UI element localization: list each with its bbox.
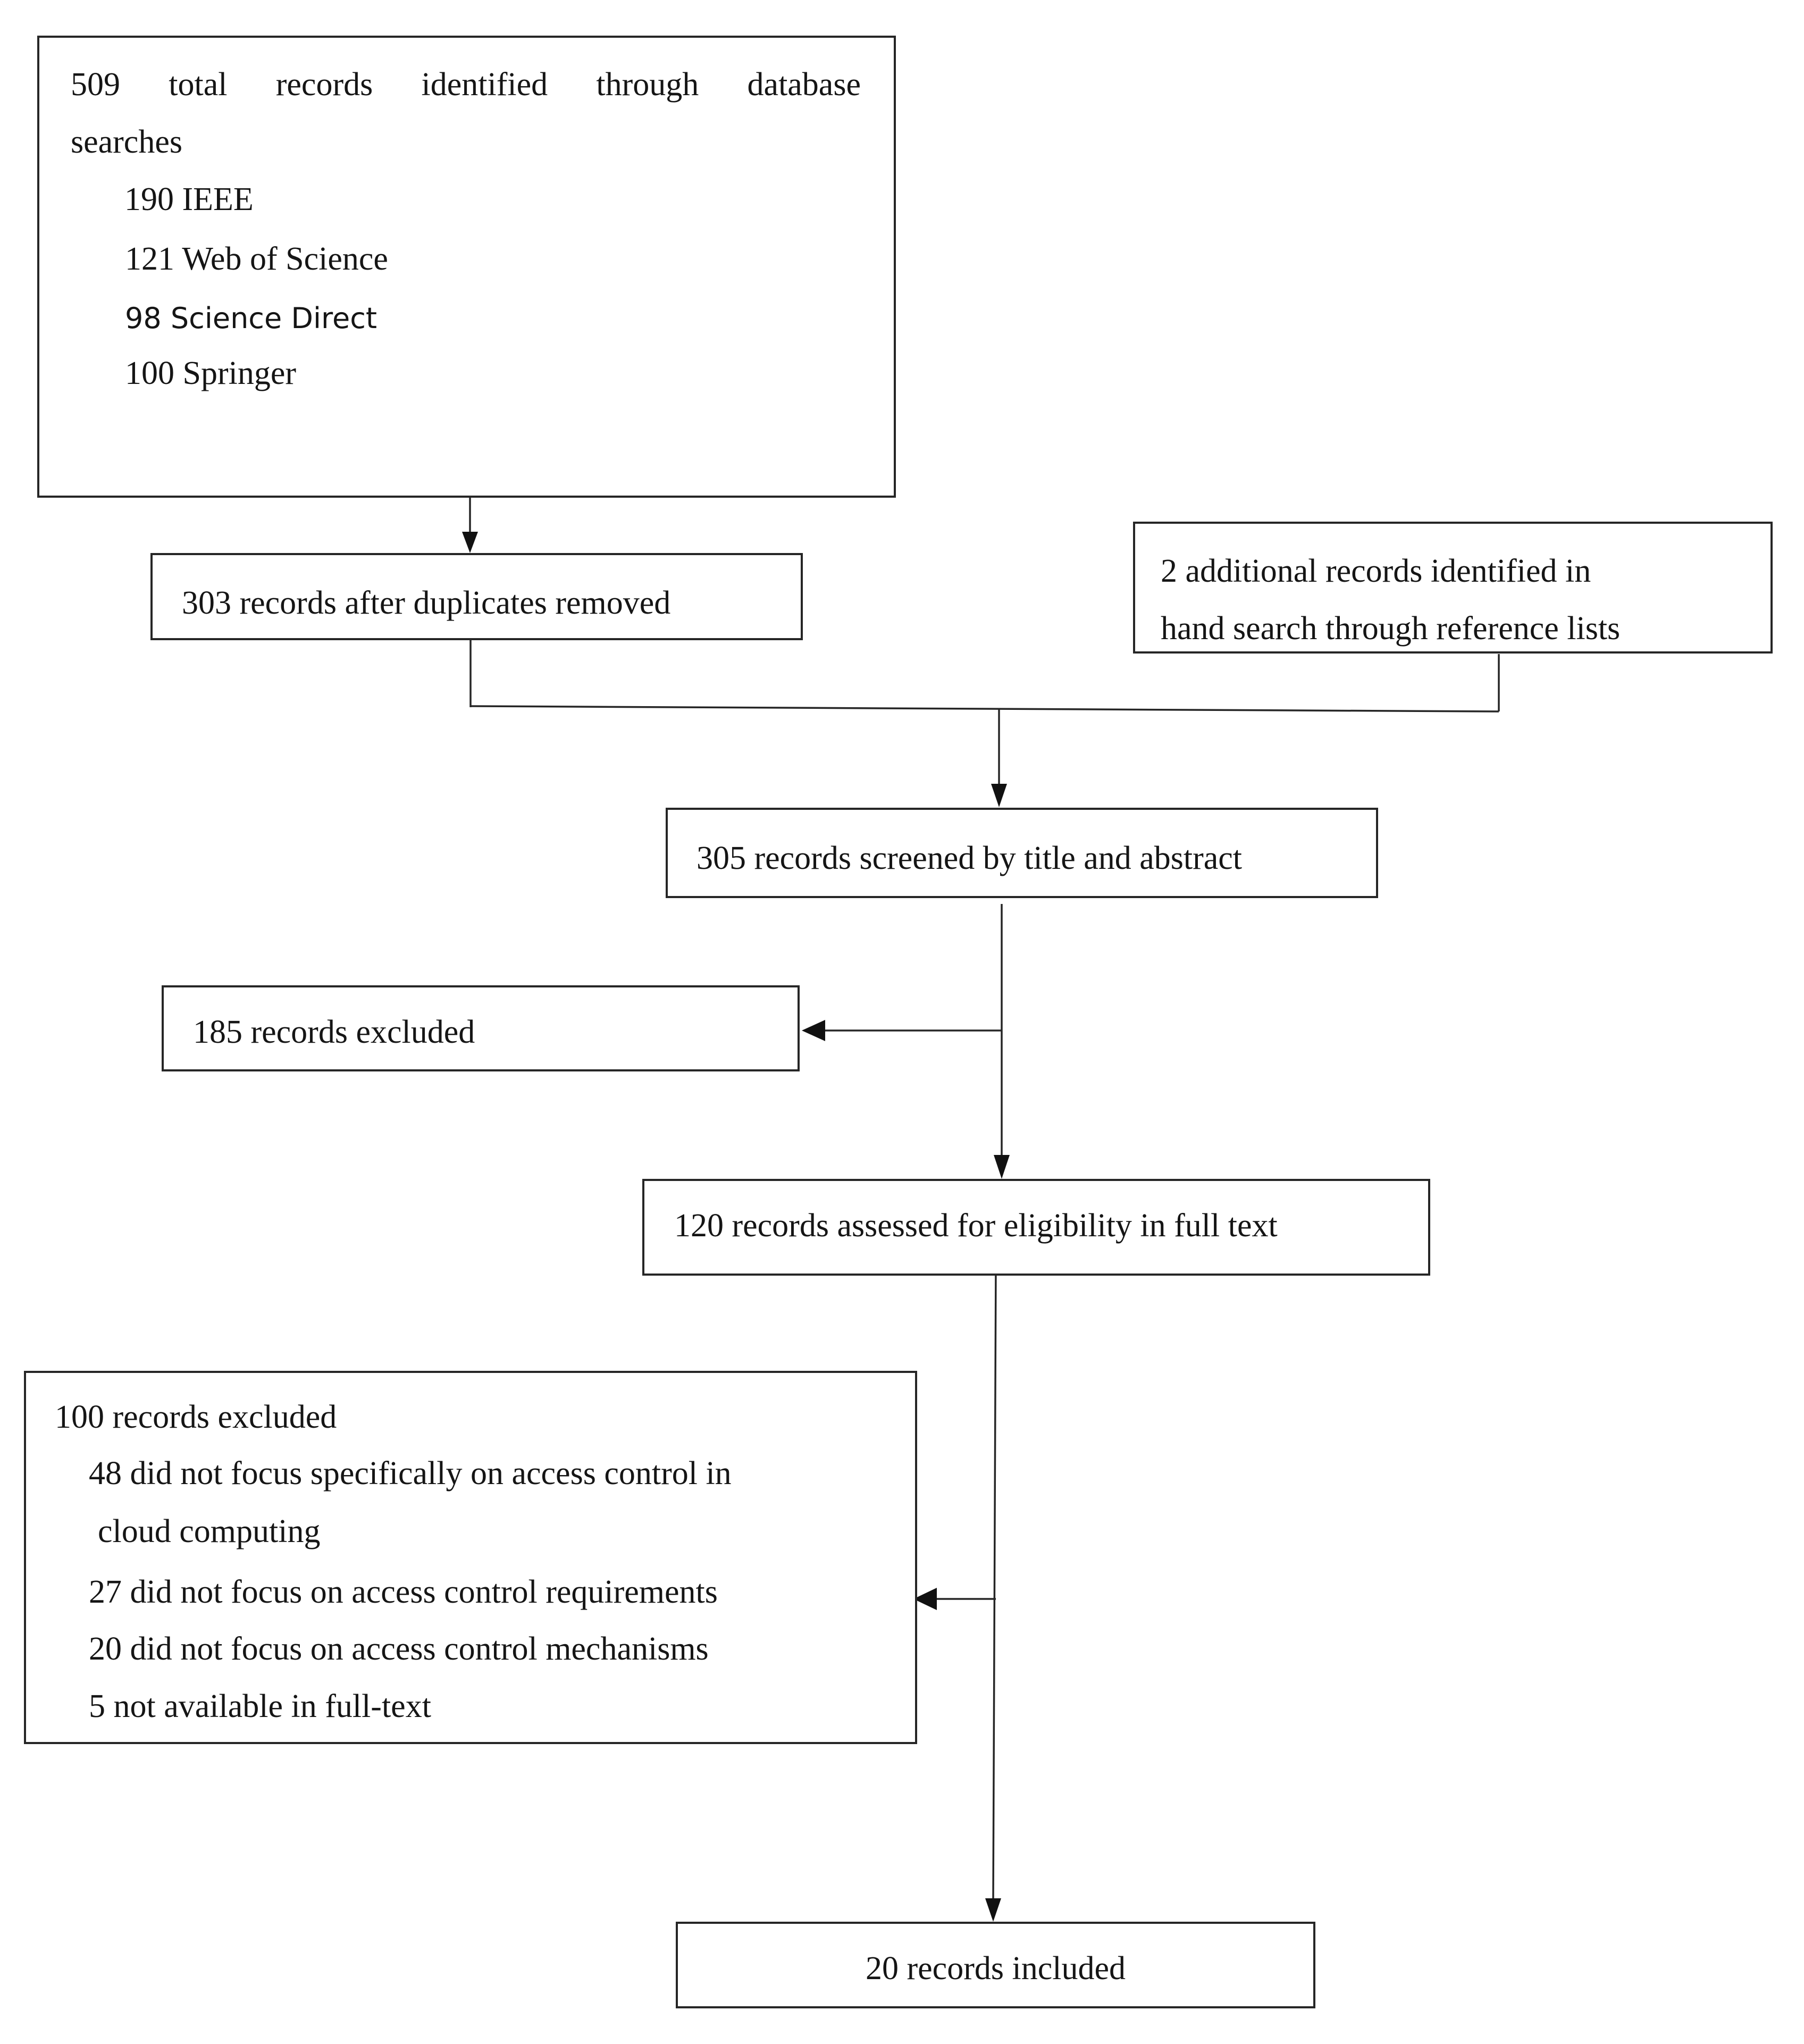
excluded-fulltext-label: 100 records excluded — [55, 1399, 337, 1435]
title-word: records — [275, 66, 373, 103]
exclusion-reason-48-line2: cloud computing — [98, 1513, 321, 1549]
exclusion-reason-5: 5 not available in full-text — [89, 1688, 431, 1724]
arrowhead-down-included — [985, 1898, 1001, 1922]
identification-title-line1: 509 total records identified through dat… — [71, 68, 861, 101]
exclusion-reason-48-line1: 48 did not focus specifically on access … — [89, 1455, 732, 1492]
arrowhead-left-excluded-screening — [802, 1020, 825, 1041]
screened-label: 305 records screened by title and abstra… — [697, 840, 1243, 876]
additional-records-line2: hand search through reference lists — [1161, 610, 1621, 647]
dedup-label: 303 records after duplicates removed — [182, 585, 671, 621]
additional-records-line1: 2 additional records identified in — [1161, 553, 1591, 589]
included-label: 20 records included — [866, 1950, 1126, 1987]
arrow-eligibility-to-included — [992, 1265, 997, 1900]
title-word: through — [596, 66, 699, 103]
title-word: 509 — [71, 66, 120, 103]
arrowhead-down-screened — [991, 784, 1007, 807]
source-springer: 100 Springer — [125, 355, 297, 391]
arrowhead-down-eligibility — [994, 1155, 1010, 1179]
title-word: identified — [421, 66, 548, 103]
source-web-of-science: 121 Web of Science — [125, 241, 388, 277]
arrowhead-down-dedup — [462, 532, 478, 553]
excluded-screening-label: 185 records excluded — [193, 1014, 475, 1050]
exclusion-reason-27: 27 did not focus on access control requi… — [89, 1574, 718, 1610]
exclusion-reason-20: 20 did not focus on access control mecha… — [89, 1631, 709, 1667]
source-ieee: 190 IEEE — [124, 181, 254, 217]
identification-title-line2: searches — [71, 124, 182, 160]
eligibility-label: 120 records assessed for eligibility in … — [674, 1208, 1278, 1244]
line-merge-horizontal — [470, 705, 1499, 713]
source-science-direct: 98 Science Direct — [125, 301, 377, 335]
title-word: database — [747, 66, 861, 103]
title-word: total — [169, 66, 228, 103]
